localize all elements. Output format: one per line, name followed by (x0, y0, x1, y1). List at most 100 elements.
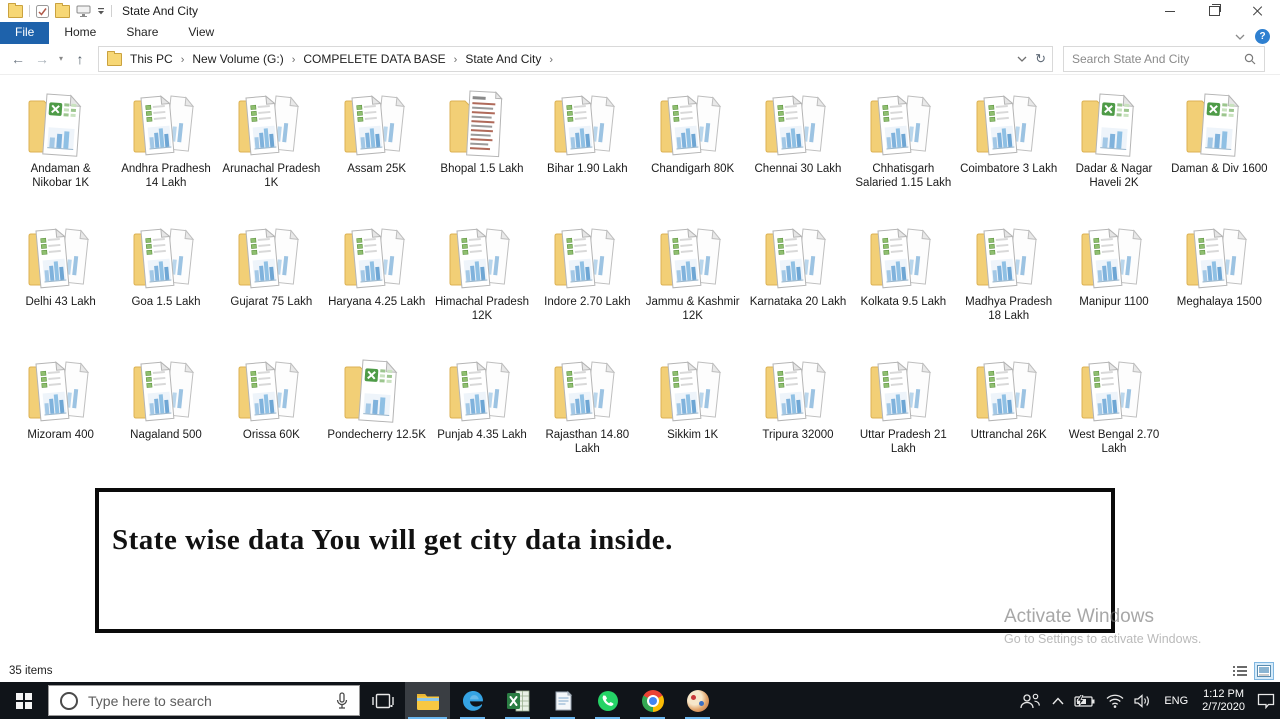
explorer-window: State And City File Home Share View ? ← → ▾… (0, 0, 1280, 719)
forward-button[interactable]: → (30, 52, 54, 66)
address-box[interactable]: This PC › New Volume (G:) › COMPELETE DATA B… (98, 46, 1053, 72)
ribbon-tab-home[interactable]: Home (49, 22, 111, 44)
address-history-chevron-icon[interactable] (1017, 56, 1027, 62)
folder-item[interactable]: Gujarat 75 Lakh (219, 218, 324, 351)
folder-item[interactable]: Pondecherry 12.5K (324, 351, 429, 484)
action-center-icon[interactable] (1252, 682, 1280, 719)
volume-icon[interactable] (1129, 682, 1157, 719)
breadcrumb-item[interactable]: COMPELETE DATA BASE (301, 52, 447, 66)
watermark-title: Activate Windows (1004, 606, 1154, 627)
folder-item[interactable]: Haryana 4.25 Lakh (324, 218, 429, 351)
start-button[interactable] (0, 682, 48, 719)
folder-label: Manipur 1100 (1079, 296, 1149, 308)
taskbar-paint-button[interactable] (675, 682, 720, 719)
new-folder-icon[interactable] (55, 2, 70, 18)
help-icon[interactable]: ? (1255, 29, 1270, 44)
search-input[interactable]: Search State And City (1063, 46, 1265, 72)
folder-item[interactable]: Rajasthan 14.80 Lakh (535, 351, 640, 484)
taskbar-excel-button[interactable] (495, 682, 540, 719)
folder-label: Sikkim 1K (667, 429, 719, 441)
collapse-ribbon-chevron-icon[interactable] (1235, 34, 1245, 40)
folder-item[interactable]: Tripura 32000 (745, 351, 850, 484)
microphone-icon[interactable] (335, 691, 349, 710)
folder-item[interactable]: Chhatisgarh Salaried 1.15 Lakh (851, 85, 956, 218)
folder-item[interactable]: Chennai 30 Lakh (745, 85, 850, 218)
folder-label: Jammu & Kashmir 12K (645, 296, 740, 322)
folder-item[interactable]: Daman & Div 1600 (1167, 85, 1272, 218)
annotation-box: State wise data You will get city data i… (95, 488, 1115, 633)
ribbon-tab-share[interactable]: Share (111, 22, 173, 44)
windows-logo-icon (16, 692, 32, 709)
folder-label: Tripura 32000 (762, 429, 834, 441)
breadcrumb-item[interactable]: State And City (463, 52, 543, 66)
minimize-button[interactable] (1148, 0, 1192, 22)
taskbar-whatsapp-button[interactable] (585, 682, 630, 719)
folder-item[interactable]: Orissa 60K (219, 351, 324, 484)
folder-icon (1074, 220, 1154, 294)
folder-icon (653, 353, 733, 427)
folder-item[interactable]: Mizoram 400 (8, 351, 113, 484)
battery-icon[interactable] (1069, 682, 1101, 719)
task-view-button[interactable] (360, 682, 405, 719)
folder-item[interactable]: Andaman & Nikobar 1K (8, 85, 113, 218)
folder-item[interactable]: Chandigarh 80K (640, 85, 745, 218)
folder-item[interactable]: Bihar 1.90 Lakh (535, 85, 640, 218)
folder-item[interactable]: Assam 25K (324, 85, 429, 218)
refresh-icon[interactable]: ↻ (1035, 51, 1046, 67)
wifi-icon[interactable] (1101, 682, 1129, 719)
folder-item[interactable]: Bhopal 1.5 Lakh (429, 85, 534, 218)
folder-item[interactable]: Delhi 43 Lakh (8, 218, 113, 351)
properties-check-icon[interactable] (36, 4, 49, 18)
folder-item[interactable]: Karnataka 20 Lakh (745, 218, 850, 351)
folder-item[interactable]: Uttranchal 26K (956, 351, 1061, 484)
folder-item[interactable]: Arunachal Pradesh 1K (219, 85, 324, 218)
folder-item[interactable]: Manipur 1100 (1061, 218, 1166, 351)
taskbar-notepad-button[interactable] (540, 682, 585, 719)
folder-item[interactable]: Kolkata 9.5 Lakh (851, 218, 956, 351)
folder-item[interactable]: Uttar Pradesh 21 Lakh (851, 351, 956, 484)
breadcrumb: This PC › New Volume (G:) › COMPELETE DATA B… (128, 52, 559, 66)
language-indicator[interactable]: ENG (1157, 695, 1195, 707)
large-icons-view-icon[interactable] (1254, 661, 1274, 680)
recent-locations-caret-icon[interactable]: ▾ (54, 55, 68, 63)
folder-item[interactable]: Sikkim 1K (640, 351, 745, 484)
items-count: 35 items (9, 664, 53, 677)
folder-item[interactable]: Goa 1.5 Lakh (113, 218, 218, 351)
close-button[interactable] (1236, 0, 1280, 22)
hidden-icons-chevron-icon[interactable] (1047, 682, 1069, 719)
taskbar-search-input[interactable]: Type here to search (48, 685, 360, 716)
breadcrumb-item[interactable]: New Volume (G:) (190, 52, 285, 66)
customize-toolbar-caret-icon[interactable] (97, 7, 105, 15)
folder-icon (547, 220, 627, 294)
folder-item[interactable]: Punjab 4.35 Lakh (429, 351, 534, 484)
folder-item[interactable]: Andhra Pradhesh 14 Lakh (113, 85, 218, 218)
folder-item[interactable]: Coimbatore 3 Lakh (956, 85, 1061, 218)
folder-item[interactable]: Indore 2.70 Lakh (535, 218, 640, 351)
folder-item[interactable]: West Bengal 2.70 Lakh (1061, 351, 1166, 484)
folder-item[interactable]: Dadar & Nagar Haveli 2K (1061, 85, 1166, 218)
restore-button[interactable] (1192, 0, 1236, 22)
up-button[interactable]: ↑ (68, 52, 92, 66)
ribbon-tab-view[interactable]: View (173, 22, 229, 44)
taskbar-chrome-button[interactable] (630, 682, 675, 719)
breadcrumb-item[interactable]: This PC (128, 52, 175, 66)
folder-label: Punjab 4.35 Lakh (437, 429, 527, 441)
taskbar-file-explorer-button[interactable] (405, 682, 450, 719)
folder-icon (231, 220, 311, 294)
taskbar-edge-button[interactable] (450, 682, 495, 719)
back-button[interactable]: ← (6, 52, 30, 66)
folder-label: Madhya Pradesh 18 Lakh (965, 296, 1053, 322)
people-icon[interactable] (1013, 682, 1047, 719)
folder-item[interactable]: Nagaland 500 (113, 351, 218, 484)
folder-item[interactable]: Jammu & Kashmir 12K (640, 218, 745, 351)
rename-monitor-icon[interactable] (76, 5, 91, 17)
folder-item[interactable]: Meghalaya 1500 (1167, 218, 1272, 351)
folder-item[interactable]: Himachal Pradesh 12K (429, 218, 534, 351)
clock[interactable]: 1:12 PM 2/7/2020 (1195, 688, 1252, 714)
details-view-icon[interactable] (1230, 662, 1250, 680)
folder-icon (758, 353, 838, 427)
ribbon-tab-file[interactable]: File (0, 22, 50, 44)
folder-icon (863, 220, 943, 294)
folder-item[interactable]: Madhya Pradesh 18 Lakh (956, 218, 1061, 351)
folder-icon (863, 353, 943, 427)
